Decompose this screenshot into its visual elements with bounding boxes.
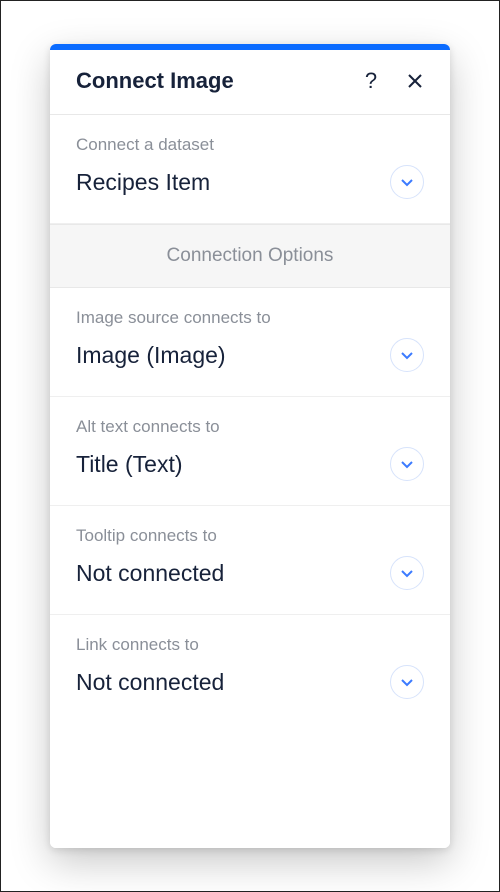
field-dropdown-link[interactable] bbox=[390, 665, 424, 699]
dataset-dropdown[interactable] bbox=[390, 165, 424, 199]
field-dropdown-image-source[interactable] bbox=[390, 338, 424, 372]
field-value: Image (Image) bbox=[76, 342, 226, 369]
connection-options-header: Connection Options bbox=[50, 224, 450, 288]
help-icon[interactable]: ? bbox=[358, 68, 384, 94]
field-section-link: Link connects to Not connected bbox=[50, 615, 450, 848]
field-label: Image source connects to bbox=[76, 308, 424, 328]
field-dropdown-tooltip[interactable] bbox=[390, 556, 424, 590]
field-label: Tooltip connects to bbox=[76, 526, 424, 546]
panel-title: Connect Image bbox=[76, 68, 358, 94]
close-icon[interactable] bbox=[402, 68, 428, 94]
field-value: Not connected bbox=[76, 669, 224, 696]
dataset-section: Connect a dataset Recipes Item bbox=[50, 115, 450, 224]
field-value: Not connected bbox=[76, 560, 224, 587]
connect-image-panel: Connect Image ? Connect a dataset Recipe… bbox=[50, 44, 450, 848]
field-section-image-source: Image source connects to Image (Image) bbox=[50, 288, 450, 397]
panel-header: Connect Image ? bbox=[50, 50, 450, 115]
dataset-value: Recipes Item bbox=[76, 169, 210, 196]
field-value: Title (Text) bbox=[76, 451, 183, 478]
field-label: Link connects to bbox=[76, 635, 424, 655]
field-label: Alt text connects to bbox=[76, 417, 424, 437]
field-section-tooltip: Tooltip connects to Not connected bbox=[50, 506, 450, 615]
field-section-alt-text: Alt text connects to Title (Text) bbox=[50, 397, 450, 506]
field-dropdown-alt-text[interactable] bbox=[390, 447, 424, 481]
dataset-label: Connect a dataset bbox=[76, 135, 424, 155]
